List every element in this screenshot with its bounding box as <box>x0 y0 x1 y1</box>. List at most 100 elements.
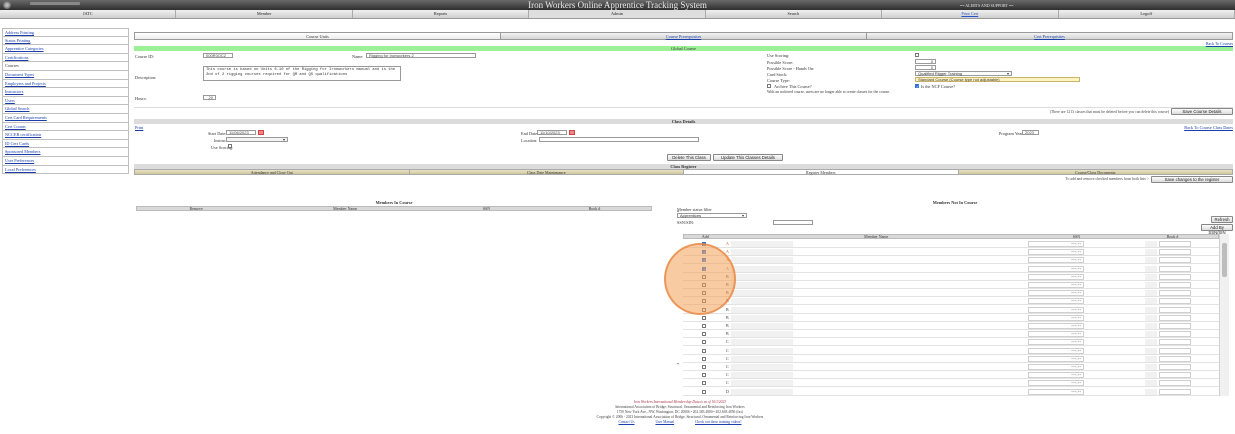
nav-admin[interactable]: Admin <box>529 10 706 18</box>
sidebar-item-document-types[interactable]: Document Types <box>2 70 129 80</box>
course-id-input[interactable]: 000R0OC2 <box>203 53 233 58</box>
table-row: B ***-** <box>683 330 1219 339</box>
tab-course-prerequisites[interactable]: Course Prerequisites <box>500 32 866 40</box>
member-name-redacted <box>731 290 793 297</box>
scrollbar-thumb[interactable] <box>1222 243 1227 277</box>
add-by-ssn-button[interactable]: Add By SSN/SIN <box>1201 224 1233 235</box>
alerts-link[interactable]: == ALERTS AND SUPPORT == <box>960 3 1013 8</box>
ssn-input[interactable] <box>773 220 813 225</box>
tab-cert-prerequisites[interactable]: Cert Prerequisites <box>866 32 1233 40</box>
sidebar-item-local-preferences[interactable]: Local Preferences <box>2 165 129 175</box>
member-ssn: ***-** <box>1028 347 1084 354</box>
sidebar-item-global-search[interactable]: Global Search <box>2 105 129 114</box>
tab-course-units[interactable]: Course Units <box>134 32 500 40</box>
add-member-checkbox[interactable] <box>702 324 706 328</box>
add-member-checkbox[interactable] <box>702 381 706 386</box>
back-to-class-dates-link[interactable]: Back To Course Class Dates <box>1184 125 1233 130</box>
program-year-label: Program Year: <box>999 131 1024 136</box>
sidebar-item-courses[interactable]: Courses <box>2 62 129 71</box>
app-title: Iron Workers Online Apprentice Tracking … <box>528 0 707 10</box>
list-scrollbar[interactable] <box>1219 234 1229 396</box>
add-member-checkbox[interactable] <box>702 315 706 320</box>
training-videos-link[interactable]: Check out these training videos! <box>695 420 742 424</box>
add-member-checkbox[interactable] <box>702 389 706 394</box>
class-use-scoring-checkbox[interactable] <box>228 144 232 148</box>
nav-print-cert[interactable]: Print Cert <box>882 10 1059 18</box>
calendar-icon[interactable] <box>569 130 575 135</box>
add-member-checkbox[interactable] <box>702 291 706 296</box>
nav-member[interactable]: Member <box>176 10 353 18</box>
card-stock-select[interactable]: Qualified Rigger Training ▾ <box>915 71 1012 76</box>
nav-logoff[interactable]: Logoff <box>1059 10 1235 18</box>
calendar-icon[interactable] <box>258 130 264 135</box>
member-book-redacted <box>1145 298 1157 305</box>
save-course-details-button[interactable]: Save Course Details <box>1171 108 1233 115</box>
add-member-checkbox[interactable] <box>702 340 706 345</box>
member-book-field <box>1159 323 1191 329</box>
instructor-select[interactable]: ▾ <box>226 137 288 142</box>
table-row: B ***-** <box>683 314 1219 322</box>
sidebar-item-employers-projects[interactable]: Employers and Projects <box>2 79 129 89</box>
sidebar-item-sponsored-members[interactable]: Sponsored Members <box>2 148 129 157</box>
sidebar-item-status-printing[interactable]: Status Printing <box>2 36 129 46</box>
archive-label: Archive This Course? <box>774 84 812 89</box>
sidebar-item-cert-counts[interactable]: Cert Counts <box>2 122 129 132</box>
start-date-input[interactable]: 11/06/2023 <box>226 130 256 135</box>
nav-jatc[interactable]: JATC <box>0 10 177 18</box>
sidebar-item-apprentice-categories[interactable]: Apprentice Categories <box>2 45 129 54</box>
chevron-down-icon: ▾ <box>282 137 285 142</box>
hours-input[interactable]: 20 <box>203 95 216 100</box>
user-manual-link[interactable]: User Manual <box>655 420 674 424</box>
add-member-checkbox[interactable]: ✓ <box>702 266 706 271</box>
nav-search[interactable]: Search <box>706 10 883 18</box>
end-date-input[interactable]: 11/10/2023 <box>537 130 567 135</box>
possible-score-input[interactable]: 0 <box>915 59 936 64</box>
add-member-checkbox[interactable]: ✓ <box>702 250 706 255</box>
scroll-down-icon[interactable]: ▾ <box>677 361 679 366</box>
nav-reports[interactable]: Reports <box>353 10 530 18</box>
table-row: B ***-** <box>683 306 1219 314</box>
sidebar-item-users[interactable]: Users <box>2 96 129 106</box>
sidebar-item-nccer-certification[interactable]: NCCER certification <box>2 131 129 140</box>
add-member-checkbox[interactable] <box>702 299 706 304</box>
sidebar-item-certifications[interactable]: Certifications <box>2 53 129 63</box>
member-name-redacted <box>731 249 793 256</box>
add-member-checkbox[interactable] <box>702 348 706 353</box>
program-year-input[interactable]: 2023 <box>1022 130 1039 135</box>
add-member-checkbox[interactable] <box>702 356 706 361</box>
print-link[interactable]: Print <box>135 125 143 130</box>
contact-us-link[interactable]: Contact Us <box>618 420 634 424</box>
sidebar-item-cert-card-requirements[interactable]: Cert Card Requirements <box>2 113 129 123</box>
add-member-checkbox[interactable] <box>702 283 706 287</box>
use-scoring-checkbox[interactable] <box>915 53 919 57</box>
archive-checkbox[interactable] <box>767 84 771 88</box>
member-name-initial: B <box>726 290 729 296</box>
update-class-button[interactable]: Update This Classes Details <box>713 154 783 161</box>
add-member-checkbox[interactable] <box>702 365 706 369</box>
save-register-button[interactable]: Save changes to the register <box>1151 176 1233 183</box>
member-name-redacted <box>731 372 793 379</box>
add-member-checkbox[interactable] <box>702 307 706 312</box>
member-book-field <box>1159 249 1191 256</box>
status-filter-select[interactable]: Apprentices ▾ <box>677 213 747 218</box>
member-name-initial: A <box>726 249 729 255</box>
refresh-button[interactable]: Refresh <box>1211 216 1233 223</box>
course-name-input[interactable]: Rigging for Ironworkers 2 <box>366 53 476 58</box>
add-member-checkbox[interactable] <box>702 373 706 378</box>
scroll-up-icon[interactable]: ▴ <box>677 208 679 213</box>
archive-note: With an archived course, users are no lo… <box>767 90 890 94</box>
sidebar-item-user-preferences[interactable]: User Preferences <box>2 156 129 166</box>
possible-score-hands-input[interactable]: 0 <box>915 65 936 70</box>
add-member-checkbox[interactable] <box>702 274 706 279</box>
location-input[interactable] <box>539 137 699 142</box>
add-member-checkbox[interactable] <box>702 332 706 337</box>
sidebar-item-id-cert-cards[interactable]: ID Cert Cards <box>2 139 129 149</box>
sidebar-item-address-printing[interactable]: Address Printing <box>2 28 129 37</box>
add-member-checkbox[interactable]: ✓ <box>702 242 706 247</box>
ncf-checkbox[interactable]: ✓ <box>915 84 919 89</box>
sidebar-item-instructors[interactable]: Instructors <box>2 88 129 97</box>
add-member-checkbox[interactable]: ✓ <box>702 258 706 263</box>
description-textarea[interactable]: This course is based on Units 6-10 of th… <box>203 66 401 81</box>
delete-class-button[interactable]: Delete This Class <box>667 154 711 161</box>
member-name-redacted <box>731 265 793 272</box>
